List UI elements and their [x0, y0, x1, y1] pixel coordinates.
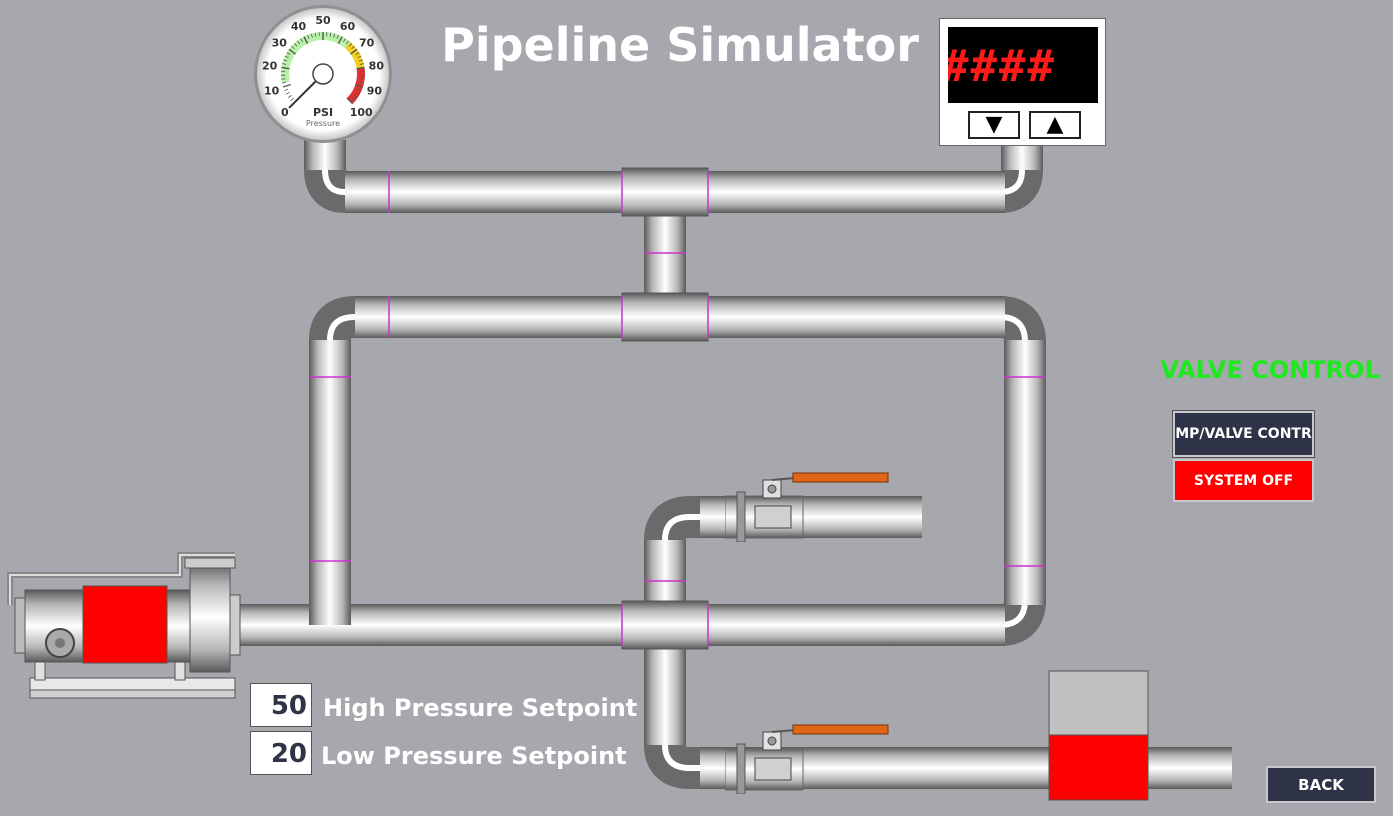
pressure-gauge: 010 20 3040 50 6070 80 90 100 PSI Pressure [254, 5, 392, 143]
digital-readout: #### [948, 27, 1098, 103]
pump-base [29, 677, 236, 691]
high-setpoint-input[interactable]: 50 [250, 683, 312, 727]
ball-valve-upper[interactable] [725, 470, 895, 542]
increment-button[interactable]: ▲ [1029, 111, 1081, 139]
low-setpoint-input[interactable]: 20 [250, 731, 312, 775]
digital-readout-text: #### [948, 41, 1056, 92]
low-setpoint-label: Low Pressure Setpoint [321, 742, 627, 770]
valve-control-title: VALVE CONTROL [1160, 356, 1380, 384]
gauge-tick [281, 78, 286, 80]
digital-display: #### ▼ ▲ [939, 18, 1106, 146]
storage-tank [1048, 670, 1149, 801]
gauge-tick [360, 78, 365, 80]
pipe-verticals [304, 140, 1046, 745]
high-setpoint-label: High Pressure Setpoint [323, 694, 638, 722]
gauge-tick-label: 60 [340, 20, 356, 33]
gauge-tick-label: 100 [350, 106, 373, 119]
triangle-up-icon: ▲ [1046, 112, 1064, 137]
gauge-tick-label: 40 [291, 20, 307, 33]
system-off-button[interactable]: SYSTEM OFF [1173, 459, 1314, 502]
gauge-label: Pressure [306, 119, 340, 128]
gauge-tick-label: 50 [315, 14, 331, 27]
gauge-tick-label: 30 [272, 36, 288, 49]
valve-handle [792, 724, 889, 735]
gauge-tick-label: 90 [367, 85, 383, 98]
gauge-unit: PSI [313, 106, 333, 119]
pump-outlet-flange [229, 594, 241, 656]
gauge-tick-label: 0 [281, 106, 289, 119]
gauge-hub [312, 63, 334, 85]
page-title: Pipeline Simulator [441, 18, 919, 72]
tank-level [1048, 734, 1149, 801]
pump-status-indicator [82, 585, 168, 664]
ball-valve-lower[interactable] [725, 722, 895, 794]
pump-valve-control-button[interactable]: MP/VALVE CONTR [1172, 410, 1315, 458]
back-button[interactable]: BACK [1266, 766, 1376, 803]
pump-housing [189, 561, 231, 673]
gauge-tick-label: 10 [264, 85, 280, 98]
valve-handle [792, 472, 889, 483]
decrement-button[interactable]: ▼ [968, 111, 1020, 139]
triangle-down-icon: ▼ [985, 112, 1003, 137]
pump[interactable] [5, 550, 250, 715]
gauge-tick-label: 80 [369, 60, 385, 73]
gauge-tick-label: 70 [359, 36, 375, 49]
gauge-tick-label: 20 [262, 60, 278, 73]
